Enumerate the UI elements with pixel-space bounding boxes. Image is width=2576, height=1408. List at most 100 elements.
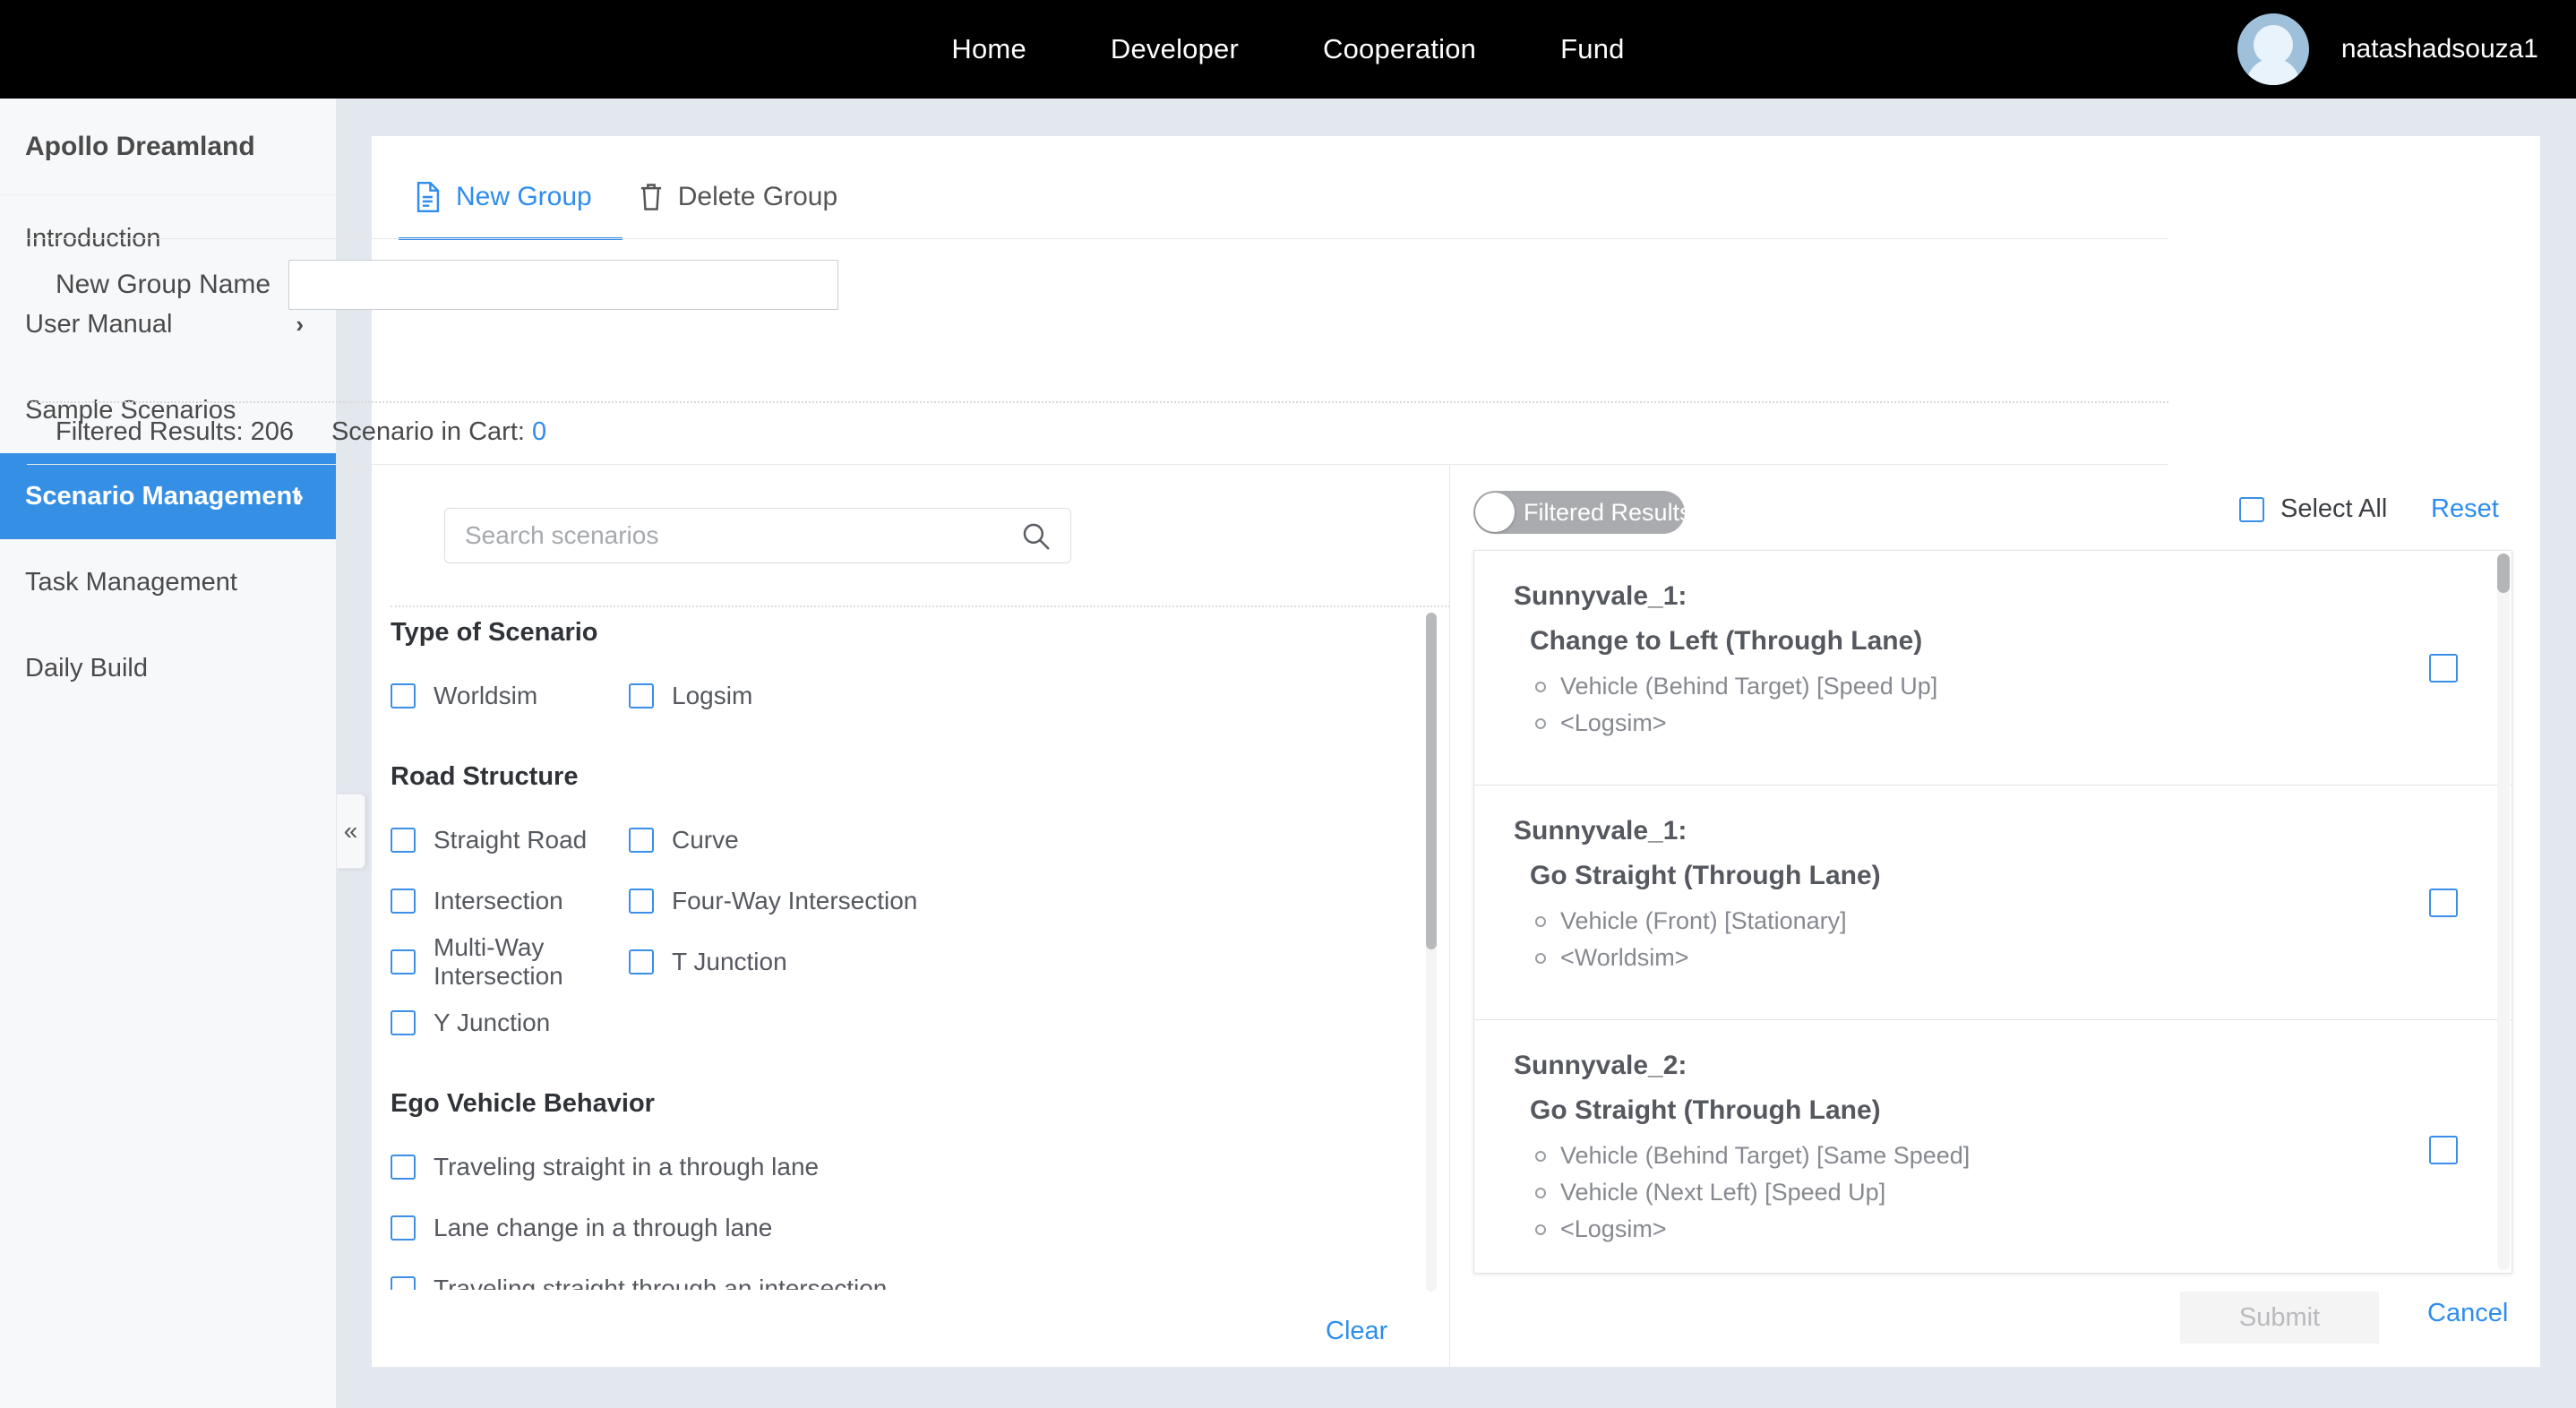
scenario-checkbox-icon[interactable] [2429,888,2458,917]
tab-bar: New Group Delete Group [372,136,2540,240]
search-input[interactable] [465,521,1020,550]
filter-option-label: Traveling straight in a through lane [434,1153,820,1180]
filter-option-worldsim[interactable]: Worldsim [391,671,629,721]
filter-scrollbar-thumb[interactable] [1426,613,1437,949]
new-group-name-input[interactable] [288,260,838,310]
bullet-icon [1535,681,1546,692]
select-all-control[interactable]: Select All [2239,494,2387,524]
filter-row: Multi-Way Intersection T Junction [391,933,1432,990]
checkbox-icon[interactable] [629,949,654,974]
checkbox-icon[interactable] [2239,496,2264,522]
scenario-detail-text: Vehicle (Behind Target) [Speed Up] [1560,673,1938,700]
filter-options-scroll-area: Type of Scenario Worldsim Logsim Road St… [391,618,1432,1290]
submit-button[interactable]: Submit [2180,1292,2379,1344]
cancel-button[interactable]: Cancel [2427,1299,2508,1328]
checkbox-icon[interactable] [629,889,654,914]
filter-option-lane-change-through-lane[interactable]: Lane change in a through lane [391,1203,772,1253]
filter-option-traveling-straight-intersection[interactable]: Traveling straight through an intersecti… [391,1264,887,1290]
filter-option-multi-way-intersection[interactable]: Multi-Way Intersection [391,933,629,990]
filter-option-label: Lane change in a through lane [434,1214,773,1241]
results-scrollbar-thumb[interactable] [2497,554,2510,593]
checkbox-icon[interactable] [391,1155,416,1180]
checkbox-icon[interactable] [391,1215,416,1241]
top-navigation-bar: Home Developer Cooperation Fund natashad… [0,0,2576,99]
filter-row: Lane change in a through lane [391,1203,1432,1253]
scenario-title: Go Straight (Through Lane) [1530,861,1881,890]
scenario-card[interactable]: Sunnyvale_2: Go Straight (Through Lane) … [1474,1020,2512,1273]
checkbox-icon[interactable] [391,683,416,708]
brand-title: Apollo Dreamland [0,99,336,195]
scenario-location: Sunnyvale_2: [1514,1051,1687,1080]
filter-option-label: Intersection [434,887,563,914]
select-all-label: Select All [2280,494,2388,523]
checkbox-icon[interactable] [629,828,654,853]
checkbox-icon[interactable] [391,1276,416,1290]
clear-filters-button[interactable]: Clear [1326,1317,1387,1346]
bullet-icon [1535,1223,1546,1235]
filter-option-label: Y Junction [434,1009,551,1036]
filtered-results-toggle[interactable]: Filtered Results [1473,491,1692,534]
scenario-detail: Vehicle (Behind Target) [Same Speed] [1535,1142,2512,1170]
checkbox-icon[interactable] [391,949,416,974]
scenario-in-cart-count: Scenario in Cart: 0 [331,417,546,447]
scenario-card[interactable]: Sunnyvale_1: Change to Left (Through Lan… [1474,551,2512,786]
filter-option-four-way-intersection[interactable]: Four-Way Intersection [629,876,917,926]
document-icon [415,181,442,212]
nav-link-cooperation[interactable]: Cooperation [1323,33,1476,65]
checkbox-icon[interactable] [391,889,416,914]
bullet-icon [1535,952,1546,964]
scenario-detail-text: Vehicle (Behind Target) [Same Speed] [1560,1142,1971,1169]
tab-delete-group[interactable]: Delete Group [623,176,868,240]
filter-group-road-structure: Road Structure Straight Road Curve Inter… [391,762,1432,1048]
filter-option-label: Worldsim [434,682,538,709]
checkbox-icon[interactable] [391,1010,416,1035]
filter-option-traveling-straight-through-lane[interactable]: Traveling straight in a through lane [391,1142,819,1192]
username-label: natashadsouza1 [2340,34,2538,64]
user-account-area[interactable]: natashadsouza1 [2237,0,2538,99]
nav-link-home[interactable]: Home [951,33,1026,65]
scenario-detail-text: Vehicle (Next Left) [Speed Up] [1560,1179,1886,1206]
scenario-detail-text: <Worldsim> [1560,944,1689,971]
filter-option-label: Straight Road [434,826,588,854]
new-group-name-row: New Group Name [0,260,2576,310]
filter-option-y-junction[interactable]: Y Junction [391,998,629,1048]
filter-option-label: Logsim [672,682,753,709]
filter-row: Traveling straight in a through lane [391,1142,1432,1192]
results-scrollbar-track[interactable] [2497,554,2510,1270]
filter-option-intersection[interactable]: Intersection [391,876,629,926]
checkbox-icon[interactable] [391,828,416,853]
avatar[interactable] [2237,13,2309,85]
filter-option-label: Traveling straight through an intersecti… [434,1275,888,1290]
scenario-detail: <Worldsim> [1535,944,2512,972]
scenario-checkbox-icon[interactable] [2429,653,2458,683]
filter-option-logsim[interactable]: Logsim [629,671,752,721]
scenario-title: Change to Left (Through Lane) [1530,626,1923,656]
avatar-body-shape [2245,58,2300,85]
filter-group-ego-vehicle-behavior: Ego Vehicle Behavior Traveling straight … [391,1089,1432,1290]
filter-option-curve[interactable]: Curve [629,815,739,865]
filter-option-straight-road[interactable]: Straight Road [391,815,629,865]
reset-button[interactable]: Reset [2431,494,2499,524]
tab-bar-divider [27,238,2168,239]
tab-label: Delete Group [677,181,838,211]
nav-link-developer[interactable]: Developer [1111,33,1239,65]
filter-row: Traveling straight through an intersecti… [391,1264,1432,1290]
tab-new-group[interactable]: New Group [399,176,623,240]
scenario-in-cart-value: 0 [532,417,547,446]
scenario-card[interactable]: Sunnyvale_1: Go Straight (Through Lane) … [1474,786,2512,1020]
scenario-detail-text: <Logsim> [1560,709,1667,736]
counts-bar: Filtered Results: 206 Scenario in Cart: … [56,417,546,447]
trash-icon [639,183,664,211]
filter-option-t-junction[interactable]: T Junction [629,937,787,987]
filter-option-label: Four-Way Intersection [672,887,918,914]
checkbox-icon[interactable] [629,683,654,708]
scenario-title: Go Straight (Through Lane) [1530,1095,1881,1125]
bullet-icon [1535,1150,1546,1162]
filter-row: Worldsim Logsim [391,671,1432,721]
search-icon[interactable] [1020,520,1051,551]
filter-row: Intersection Four-Way Intersection [391,876,1432,926]
filtered-results-count: Filtered Results: 206 [56,417,294,446]
nav-link-fund[interactable]: Fund [1560,33,1624,65]
search-box[interactable] [444,508,1071,563]
scenario-checkbox-icon[interactable] [2429,1135,2458,1164]
